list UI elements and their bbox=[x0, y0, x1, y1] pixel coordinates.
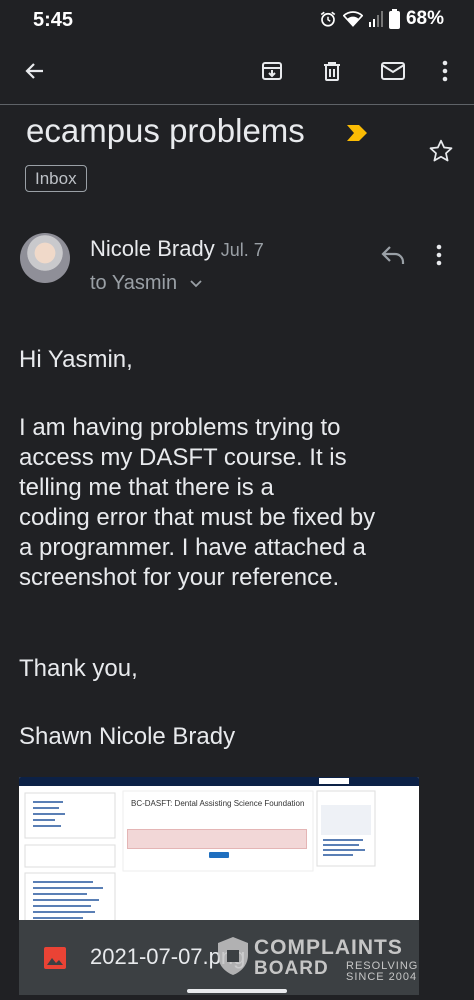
image-file-icon bbox=[44, 947, 66, 969]
toolbar-divider bbox=[0, 104, 474, 105]
importance-arrow-icon bbox=[347, 125, 367, 141]
complaints-board-logo-icon bbox=[218, 937, 248, 975]
gesture-home-bar[interactable] bbox=[187, 989, 287, 993]
reply-button[interactable] bbox=[380, 244, 406, 271]
delete-button[interactable] bbox=[315, 54, 349, 88]
back-button[interactable] bbox=[18, 54, 52, 88]
reply-icon bbox=[381, 246, 405, 264]
more-vert-icon bbox=[436, 244, 442, 266]
watermark-line2: BOARD bbox=[254, 958, 329, 979]
more-options-button[interactable] bbox=[430, 54, 460, 88]
recipient-details-toggle[interactable]: to Yasmin bbox=[90, 272, 203, 295]
archive-button[interactable] bbox=[255, 54, 289, 88]
email-subject: ecampus problems bbox=[26, 112, 305, 149]
more-vert-icon bbox=[442, 60, 448, 82]
sender-line: Nicole Brady Jul. 7 bbox=[90, 236, 264, 262]
archive-icon bbox=[262, 62, 282, 80]
body-line: a programmer. I have attached a bbox=[19, 534, 366, 561]
body-paragraph: I am having problems trying to access my… bbox=[19, 413, 469, 593]
body-greeting: Hi Yasmin, bbox=[19, 346, 133, 373]
watermark-tagline: RESOLVING SINCE 2004 bbox=[346, 961, 418, 983]
body-line: telling me that there is a bbox=[19, 474, 274, 501]
chevron-down-icon bbox=[190, 280, 202, 288]
body-line: access my DASFT course. It is bbox=[19, 444, 347, 471]
body-signature: Shawn Nicole Brady bbox=[19, 723, 236, 750]
body-line: I am having problems trying to bbox=[19, 414, 341, 441]
watermark-tag2: SINCE 2004 bbox=[346, 971, 418, 983]
signal-icon bbox=[368, 11, 383, 27]
status-bar: 5:45 68% bbox=[0, 0, 474, 40]
alarm-icon bbox=[320, 11, 336, 27]
status-icons: 68% bbox=[319, 8, 444, 30]
message-more-button[interactable] bbox=[436, 244, 442, 271]
body-closing: Thank you, bbox=[19, 655, 138, 682]
mark-unread-icon bbox=[381, 62, 405, 80]
inbox-label-chip[interactable]: Inbox bbox=[25, 165, 87, 192]
recipient-text: to Yasmin bbox=[90, 272, 178, 294]
arrow-back-icon bbox=[25, 63, 43, 79]
mark-unread-button[interactable] bbox=[376, 54, 410, 88]
preview-continue-button bbox=[209, 852, 229, 858]
email-toolbar bbox=[0, 44, 474, 98]
sender-avatar[interactable] bbox=[20, 233, 70, 283]
battery-icon bbox=[388, 9, 400, 29]
importance-marker[interactable] bbox=[347, 125, 367, 146]
body-line: screenshot for your reference. bbox=[19, 564, 340, 591]
watermark-line1: COMPLAINTS bbox=[254, 936, 403, 959]
trash-icon bbox=[324, 62, 340, 81]
body-line: coding error that must be fixed by bbox=[19, 504, 376, 531]
status-time: 5:45 bbox=[33, 9, 74, 31]
preview-error-box bbox=[127, 829, 307, 849]
email-date: Jul. 7 bbox=[220, 240, 264, 260]
star-icon bbox=[429, 139, 453, 162]
wifi-icon bbox=[342, 11, 363, 27]
battery-percent: 68% bbox=[405, 8, 444, 29]
star-button[interactable] bbox=[428, 138, 454, 169]
sender-name[interactable]: Nicole Brady bbox=[90, 236, 215, 261]
